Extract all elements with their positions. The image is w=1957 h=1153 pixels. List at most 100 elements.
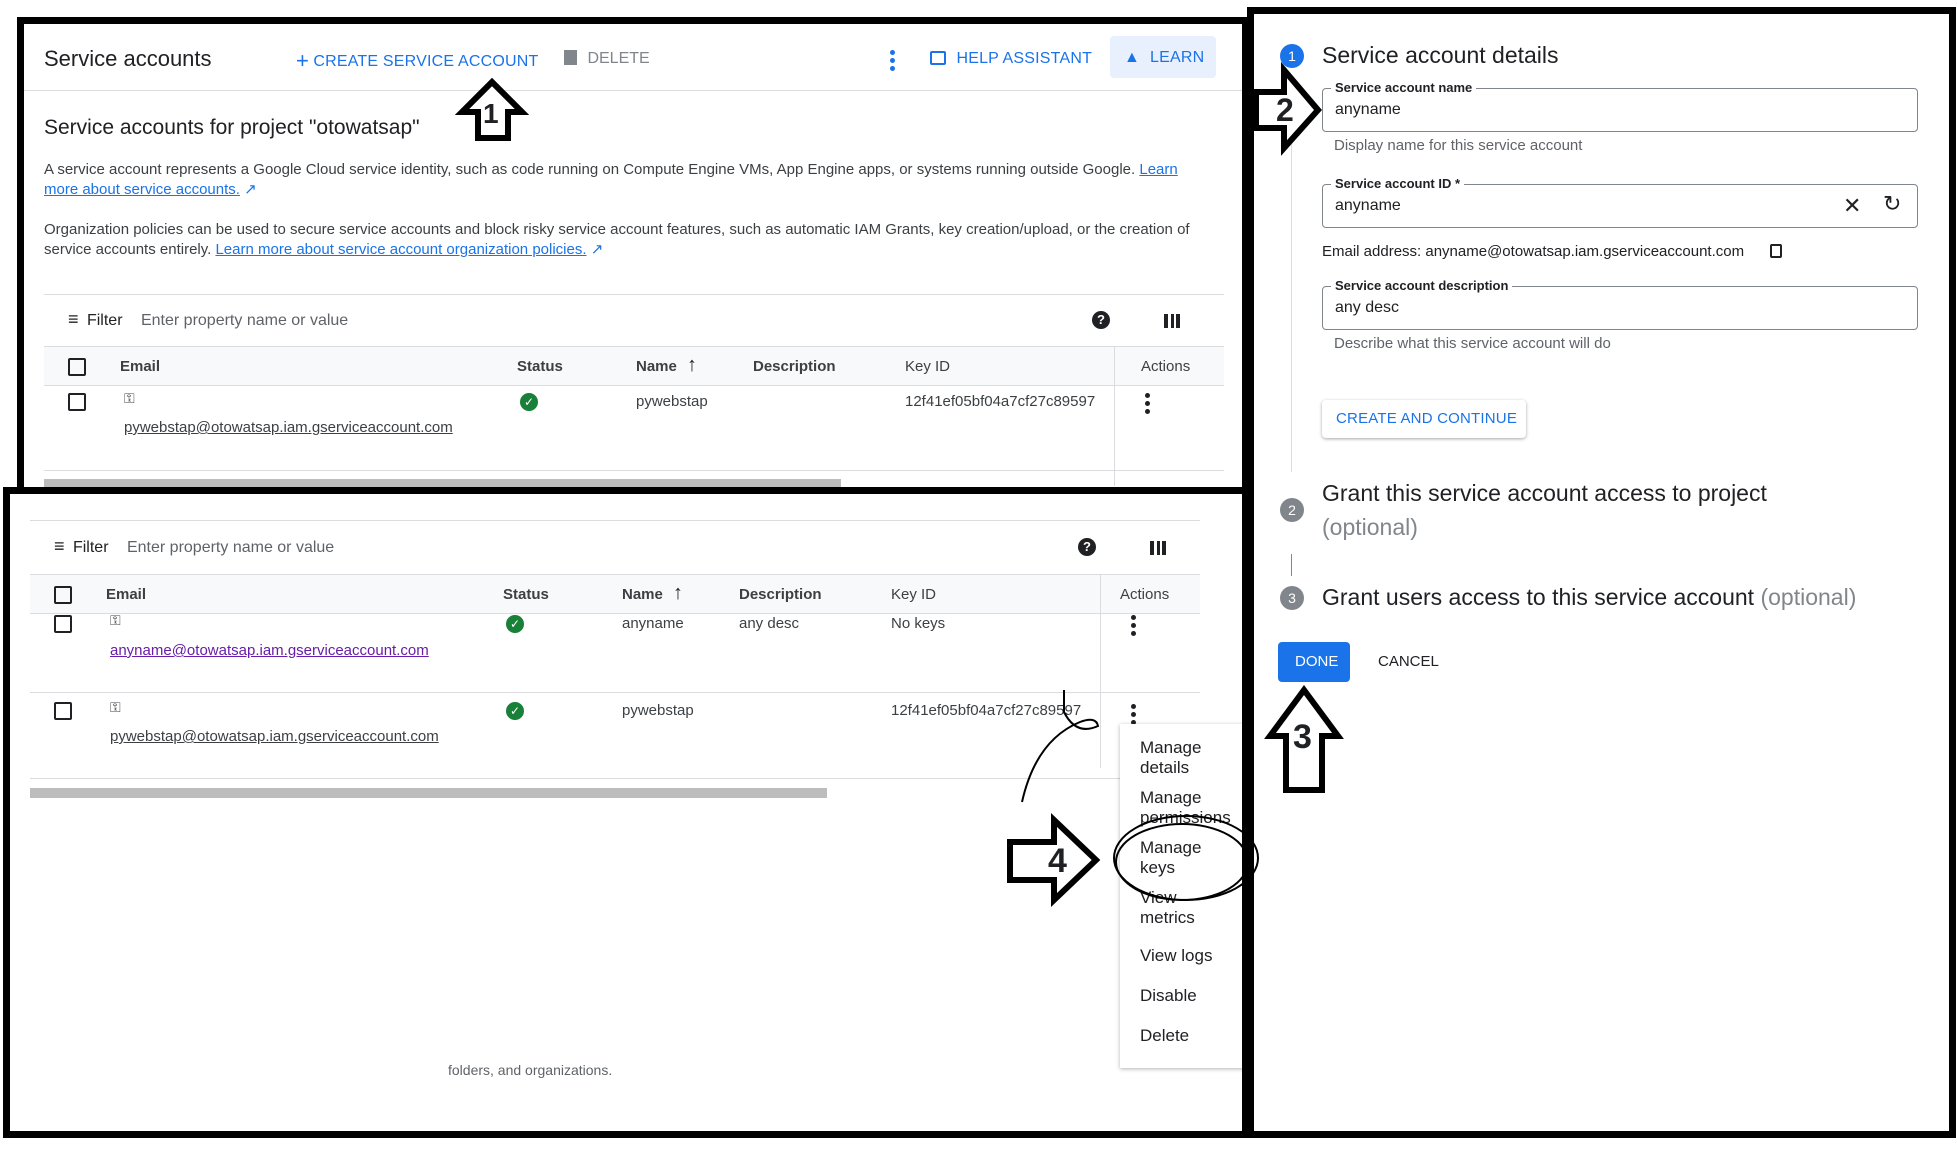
- menu-disable[interactable]: Disable: [1140, 986, 1197, 1006]
- table-header: [30, 574, 1200, 614]
- row-checkbox[interactable]: [68, 393, 86, 411]
- row-divider: [30, 692, 1200, 693]
- learn-button[interactable]: ▲ LEARN: [1110, 36, 1216, 78]
- filter-input[interactable]: Enter property name or value: [127, 539, 334, 556]
- menu-delete[interactable]: Delete: [1140, 1026, 1189, 1046]
- clear-icon[interactable]: ✕: [1843, 193, 1861, 219]
- step-3-badge: 3: [1280, 586, 1304, 610]
- column-display-icon[interactable]: [1164, 314, 1180, 328]
- service-account-key-icon: ⚿: [110, 699, 121, 715]
- select-all-checkbox[interactable]: [68, 358, 86, 376]
- step-2-title: Grant this service account access to pro…: [1322, 480, 1767, 506]
- row-key-id: No keys: [891, 615, 946, 632]
- column-header-email[interactable]: Email: [106, 586, 146, 603]
- column-display-icon[interactable]: [1150, 541, 1166, 555]
- step-1-title: Service account details: [1322, 42, 1559, 68]
- page-title: Service accounts: [44, 46, 212, 71]
- annotation-number-4: 4: [1048, 842, 1067, 880]
- menu-manage-details[interactable]: Manage details: [1140, 738, 1240, 778]
- menu-manage-permissions[interactable]: Manage permissions: [1140, 788, 1242, 828]
- create-and-continue-button[interactable]: CREATE AND CONTINUE: [1322, 400, 1526, 438]
- stepper-line: [1291, 76, 1292, 472]
- plus-icon: +: [296, 48, 309, 73]
- help-icon[interactable]: ?: [1092, 311, 1110, 329]
- row-description: any desc: [739, 615, 800, 632]
- step-2-optional: (optional): [1322, 514, 1418, 540]
- step-1-badge: 1: [1280, 44, 1304, 68]
- service-account-key-icon: ⚿: [124, 390, 135, 406]
- column-header-key-id[interactable]: Key ID: [905, 358, 950, 375]
- row-divider: [30, 778, 1200, 779]
- menu-view-metrics[interactable]: View metrics: [1140, 888, 1220, 928]
- annotation-number-2: 2: [1276, 92, 1294, 128]
- row-actions-icon[interactable]: [1131, 615, 1137, 639]
- service-account-email-link[interactable]: pywebstap@otowatsap.iam.gserviceaccount.…: [110, 728, 439, 745]
- menu-view-logs[interactable]: View logs: [1140, 946, 1212, 966]
- status-ok-icon: ✓: [520, 393, 538, 411]
- filter-input[interactable]: Enter property name or value: [141, 312, 348, 329]
- actions-column-divider: [1100, 574, 1101, 768]
- column-header-description[interactable]: Description: [739, 586, 822, 603]
- row-checkbox[interactable]: [54, 615, 72, 633]
- column-header-description[interactable]: Description: [753, 358, 836, 375]
- column-header-status[interactable]: Status: [503, 586, 549, 603]
- service-account-description-field[interactable]: Service account description any desc: [1322, 278, 1918, 330]
- annotation-number-1: 1: [483, 98, 499, 129]
- column-header-key-id[interactable]: Key ID: [891, 586, 936, 603]
- filter-bar[interactable]: ≡ Filter Enter property name or value: [54, 536, 334, 557]
- section-heading: Service accounts for project "otowatsap": [44, 116, 420, 139]
- name-hint: Display name for this service account: [1334, 137, 1583, 154]
- status-ok-icon: ✓: [506, 615, 524, 633]
- status-ok-icon: ✓: [506, 702, 524, 720]
- row-name: anyname: [622, 615, 684, 632]
- external-link-icon: ↗: [590, 241, 604, 258]
- refresh-icon[interactable]: ↻: [1883, 191, 1901, 217]
- learn-more-org-policies-link[interactable]: Learn more about service account organiz…: [215, 241, 586, 258]
- filter-divider: [30, 520, 1200, 521]
- delete-button[interactable]: DELETE: [564, 50, 650, 68]
- bottom-panel: ≡ Filter Enter property name or value ? …: [3, 487, 1249, 1138]
- help-icon[interactable]: ?: [1078, 538, 1096, 556]
- create-service-account-button[interactable]: + CREATE SERVICE ACCOUNT: [296, 48, 539, 74]
- row-checkbox[interactable]: [54, 702, 72, 720]
- sort-arrow-up-icon[interactable]: ↑: [673, 582, 683, 605]
- row-name: pywebstap: [622, 702, 694, 719]
- step-2-badge: 2: [1280, 498, 1304, 522]
- annotation-number-3: 3: [1293, 718, 1312, 756]
- help-assistant-button[interactable]: HELP ASSISTANT: [930, 50, 1092, 68]
- service-account-email-link[interactable]: pywebstap@otowatsap.iam.gserviceaccount.…: [124, 419, 453, 436]
- service-account-name-field[interactable]: Service account name anyname: [1322, 80, 1918, 132]
- service-account-key-icon: ⚿: [110, 612, 121, 628]
- step-3-title-row: Grant users access to this service accou…: [1322, 584, 1857, 610]
- more-options-icon[interactable]: [890, 50, 896, 74]
- table-header: [44, 346, 1224, 386]
- horizontal-scrollbar[interactable]: [30, 788, 827, 798]
- menu-manage-keys[interactable]: Manage keys: [1140, 838, 1220, 878]
- column-header-name[interactable]: Name: [622, 586, 663, 603]
- done-button[interactable]: DONE: [1278, 642, 1350, 682]
- actions-column-divider: [1114, 346, 1115, 486]
- column-header-status[interactable]: Status: [517, 358, 563, 375]
- row-name: pywebstap: [636, 393, 708, 410]
- sort-arrow-up-icon[interactable]: ↑: [687, 354, 697, 377]
- trash-icon: [564, 50, 577, 65]
- email-address-line: Email address: anyname@otowatsap.iam.gse…: [1322, 243, 1745, 260]
- top-panel: Service accounts + CREATE SERVICE ACCOUN…: [17, 17, 1249, 494]
- column-header-actions: Actions: [1141, 358, 1191, 375]
- column-header-name[interactable]: Name: [636, 358, 677, 375]
- select-all-checkbox[interactable]: [54, 586, 72, 604]
- cancel-button[interactable]: CANCEL: [1378, 653, 1439, 670]
- column-header-email[interactable]: Email: [120, 358, 160, 375]
- service-account-email-link[interactable]: anyname@otowatsap.iam.gserviceaccount.co…: [110, 642, 429, 659]
- service-account-id-field[interactable]: Service account ID * anyname ✕ ↻: [1322, 176, 1918, 228]
- learn-more-service-accounts-link-2[interactable]: more about service accounts.: [44, 181, 240, 198]
- description-paragraph-2: Organization policies can be used to sec…: [44, 221, 1190, 258]
- description-paragraph-1: A service account represents a Google Cl…: [44, 161, 1178, 198]
- school-icon: ▲: [1124, 49, 1140, 66]
- filter-bar[interactable]: ≡ Filter Enter property name or value: [68, 309, 348, 330]
- learn-more-service-accounts-link[interactable]: Learn: [1139, 161, 1177, 178]
- copy-icon[interactable]: [1770, 244, 1782, 258]
- stepper-line: [1291, 554, 1292, 576]
- row-actions-icon[interactable]: [1145, 393, 1151, 417]
- row-key-id: 12f41ef05bf04a7cf27c89597: [891, 702, 1082, 719]
